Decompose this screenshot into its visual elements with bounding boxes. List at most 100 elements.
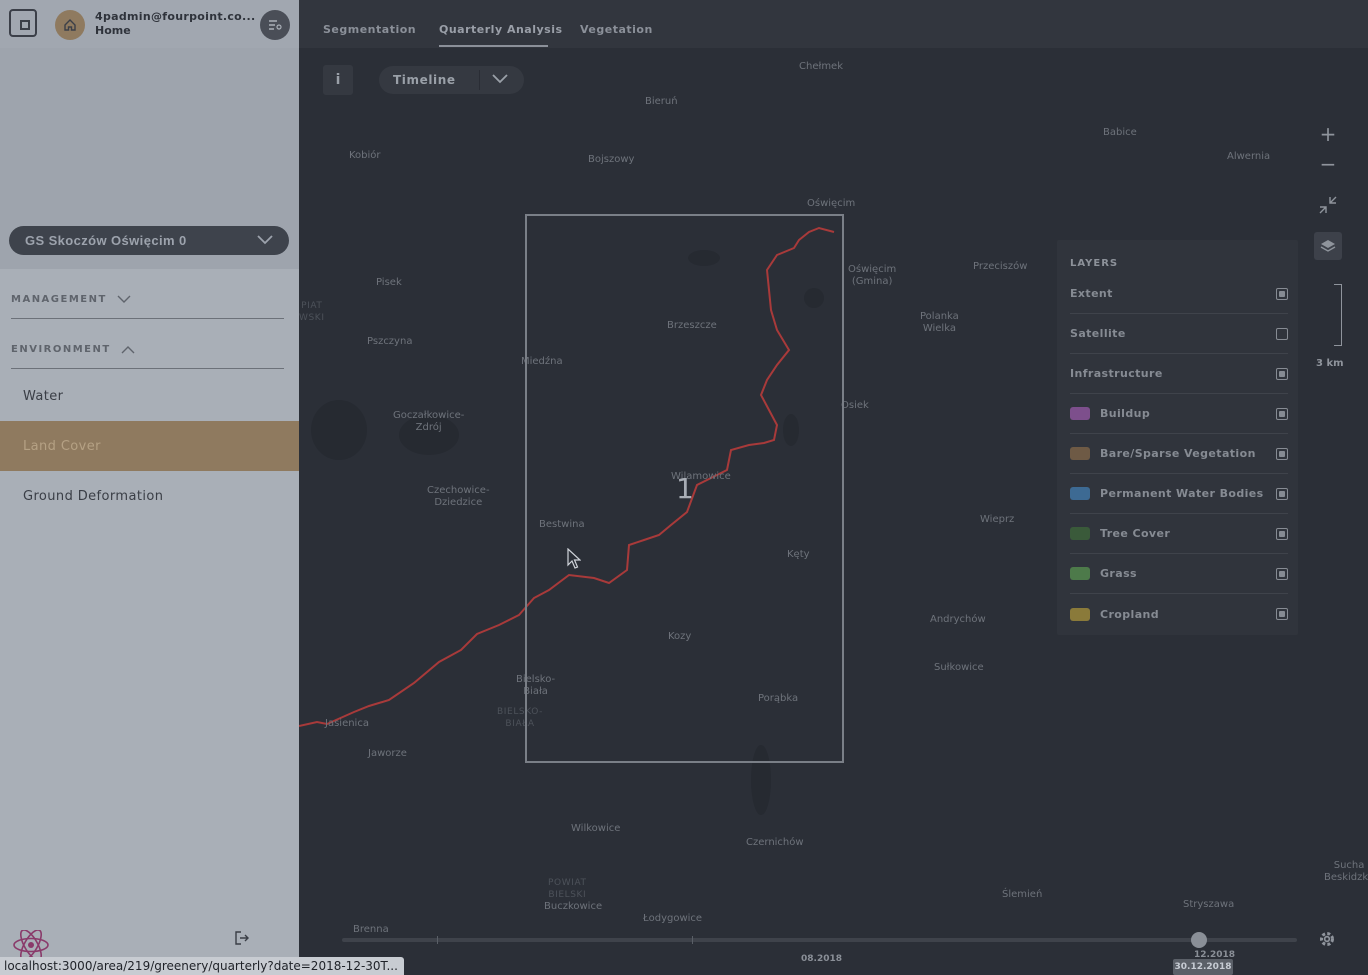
gear-icon[interactable] [1318,930,1336,948]
tab-vegetation[interactable]: Vegetation [580,23,653,36]
logout-icon[interactable] [234,930,250,946]
layers-panel: LAYERS Extent Satellite Infrastructure B… [1057,240,1298,635]
sidebar-item-ground-deformation[interactable]: Ground Deformation [0,471,299,521]
layer-row-tree-cover[interactable]: Tree Cover [1070,514,1288,554]
layer-row-infrastructure[interactable]: Infrastructure [1070,354,1288,394]
layer-row-bare-vegetation[interactable]: Bare/Sparse Vegetation [1070,434,1288,474]
layer-checkbox[interactable] [1276,287,1288,300]
layer-label: Bare/Sparse Vegetation [1100,447,1256,460]
section-management[interactable]: MANAGEMENT [11,294,131,305]
layer-label: Buildup [1100,407,1151,420]
chevron-up-icon [121,346,135,354]
timeline-select[interactable]: Timeline [379,66,524,94]
layer-swatch [1070,447,1090,460]
layer-checkbox[interactable] [1276,567,1288,580]
app-logo-icon[interactable] [9,9,37,37]
layer-swatch [1070,407,1090,420]
layer-swatch [1070,527,1090,540]
map-label: Ślemień [1002,889,1043,900]
map-label: Kobiór [349,150,381,161]
layer-row-cropland[interactable]: Cropland [1070,594,1288,634]
layer-row-extent[interactable]: Extent [1070,274,1288,314]
map-label: Polanka Wielka [920,311,959,334]
layer-checkbox[interactable] [1276,527,1288,540]
layer-checkbox[interactable] [1276,327,1288,340]
map-label: Pszczyna [367,336,413,347]
layer-checkbox[interactable] [1276,487,1288,500]
map-label: Jaworze [368,748,407,759]
map-label: Andrychów [930,614,986,625]
area-of-interest-label: 1 [676,472,694,505]
section-environment[interactable]: ENVIRONMENT [11,344,135,355]
map-label: Brenna [353,924,389,935]
layer-label: Cropland [1100,607,1160,621]
timeline-slider-thumb[interactable] [1191,932,1207,948]
divider [11,368,284,369]
section-title: ENVIRONMENT [11,344,111,355]
timeline-tick [437,936,438,944]
section-title: MANAGEMENT [11,294,107,305]
layer-swatch [1070,567,1090,580]
zoom-out-icon[interactable]: − [1314,150,1342,178]
layer-checkbox[interactable] [1276,447,1288,460]
map-label: Jasienica [325,718,369,729]
layer-label: Tree Cover [1100,527,1171,540]
layer-label: Satellite [1070,327,1126,340]
layers-icon[interactable] [1314,232,1342,260]
layer-checkbox[interactable] [1276,608,1288,620]
sidebar: 4padmin@fourpoint.co... Home GS Skoczów … [0,0,299,975]
map-label: Osiek [841,400,869,411]
layer-checkbox[interactable] [1276,407,1288,420]
layer-checkbox[interactable] [1276,367,1288,380]
layer-label: Grass [1100,567,1137,580]
sidebar-item-water[interactable]: Water [0,371,299,421]
home-icon[interactable] [55,10,85,40]
map-label: Sucha Beskidzka [1324,860,1368,883]
map-label: Buczkowice [544,901,603,912]
layer-label: Infrastructure [1070,367,1163,380]
scale-label: 3 km [1316,358,1344,369]
area-select[interactable]: GS Skoczów Oświęcim 0 [9,226,289,255]
active-tab-indicator [439,45,548,47]
divider [11,318,284,319]
selected-date-badge: 30.12.2018 [1173,959,1233,975]
zoom-in-icon[interactable]: + [1314,120,1342,148]
info-button[interactable]: i [323,65,353,95]
map-label: Oświęcim [807,198,856,209]
layers-title: LAYERS [1070,258,1119,269]
map-view[interactable]: Segmentation Quarterly Analysis Vegetati… [299,0,1368,975]
layer-row-buildup[interactable]: Buildup [1070,394,1288,434]
map-label: Goczałkowice- Zdrój [393,410,465,433]
menu-toggle-icon[interactable] [260,10,290,40]
map-label: Bieruń [645,96,678,107]
map-region-label: POWIAT BIELSKI [548,878,587,900]
timeline-tick [692,936,693,944]
map-label: Wieprz [980,514,1015,525]
layer-row-water-bodies[interactable]: Permanent Water Bodies [1070,474,1288,514]
scale-bar [1334,284,1342,346]
map-label: Łodygowice [643,913,703,924]
map-label: Chełmek [799,61,843,72]
tab-segmentation[interactable]: Segmentation [323,23,416,36]
map-label: Stryszawa [1183,899,1235,910]
layer-swatch [1070,487,1090,500]
tab-quarterly-analysis[interactable]: Quarterly Analysis [439,23,563,36]
layer-row-satellite[interactable]: Satellite [1070,314,1288,354]
top-tabs: Segmentation Quarterly Analysis Vegetati… [299,0,1368,48]
sidebar-item-land-cover[interactable]: Land Cover [0,421,299,471]
map-label: Babice [1103,127,1137,138]
divider [479,70,480,90]
browser-status-url: localhost:3000/area/219/greenery/quarter… [0,957,404,975]
mouse-cursor-icon [567,548,581,569]
map-label: Sułkowice [934,662,984,673]
layer-row-grass[interactable]: Grass [1070,554,1288,594]
map-label: Czechowice- Dziedzice [427,485,490,508]
timeline-slider-track[interactable] [342,938,1297,942]
user-context: Home [95,24,131,37]
map-label: Alwernia [1227,151,1271,162]
fullscreen-exit-icon[interactable] [1314,191,1342,219]
layer-label: Permanent Water Bodies [1100,487,1264,500]
timeline-label: 08.2018 [801,954,842,964]
map-label: Czernichów [746,837,804,848]
chevron-down-icon [257,235,273,245]
